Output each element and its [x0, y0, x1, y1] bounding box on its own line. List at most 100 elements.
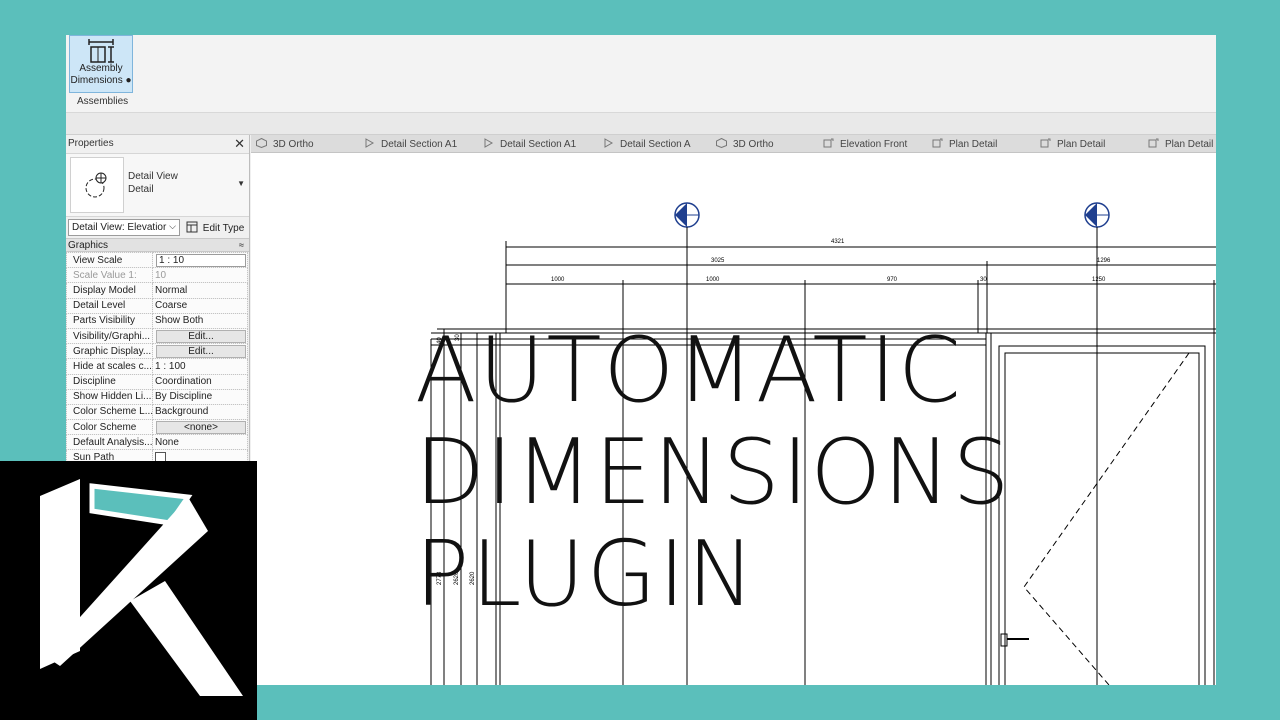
prop-value[interactable]: Coordination [152, 373, 248, 390]
tab-3d-ortho[interactable]: 3D Ortho [256, 135, 314, 152]
prop-label: Graphic Display... [66, 343, 153, 360]
type-family: Detail View [128, 171, 178, 182]
type-name: Detail View Detail [128, 170, 178, 196]
close-icon[interactable]: ✕ [234, 136, 245, 152]
table-row: Default Analysis... None [66, 434, 248, 451]
prop-value[interactable]: 1 : 100 [152, 358, 248, 375]
type-selector[interactable]: Detail View Detail ▼ [66, 153, 249, 217]
dropdown-arrow-icon[interactable]: ▼ [237, 179, 245, 188]
ribbon-group-label: Assemblies [77, 96, 129, 107]
dim-segment-3[interactable]: 970 [887, 277, 898, 283]
prop-label: Hide at scales c... [66, 358, 153, 375]
vg-field: Edit... [152, 327, 248, 345]
assembly-dimensions-button[interactable]: Assembly Dimensions ● [69, 35, 133, 93]
tab-label: Detail Section A1 [381, 139, 458, 150]
edit-type-label: Edit Type [202, 223, 245, 234]
properties-title: Properties [68, 138, 114, 149]
prop-label: Default Analysis... [66, 434, 153, 451]
prop-label: Color Scheme [66, 419, 153, 436]
visibility-graphics-edit-button[interactable]: Edit... [156, 329, 246, 343]
view-scale-field[interactable]: 1 : 10 [152, 251, 248, 269]
prop-label: Color Scheme L... [66, 403, 153, 421]
prop-label: Parts Visibility [66, 312, 153, 329]
table-row: Visibility/Graphi... Edit... [66, 327, 248, 345]
category-label: Graphics [68, 240, 109, 251]
grid-bubble-1[interactable] [674, 202, 700, 228]
3d-view-icon [256, 138, 267, 148]
cs-field: <none> [152, 419, 248, 436]
headline-line-2: DIMENSIONS [415, 420, 1012, 525]
instance-row: Detail View: Elevatior ⌵ Edit Type [66, 217, 249, 238]
prop-label: Detail Level [66, 297, 153, 314]
collapse-icon[interactable]: ≈ [239, 240, 244, 250]
dim-left-total[interactable]: 3025 [711, 258, 725, 264]
instance-filter-select[interactable]: Detail View: Elevatior ⌵ [68, 219, 180, 236]
tab-label: 3D Ortho [273, 139, 314, 150]
prop-label: View Scale [66, 251, 153, 269]
table-row: Detail Level Coarse [66, 297, 248, 314]
section-view-icon [365, 138, 375, 148]
edit-type-button[interactable]: Edit Type [184, 219, 246, 236]
dim-segment-2[interactable]: 1000 [706, 277, 720, 283]
dim-segment-5[interactable]: 1250 [1092, 277, 1106, 283]
tab-label: Plan Detail [949, 139, 998, 150]
tab-detail-section-a1[interactable]: Detail Section A1 [364, 135, 458, 152]
chevron-down-icon: ⌵ [169, 221, 176, 231]
headline: AUTOMATIC DIMENSIONS PLUGIN [415, 320, 1012, 626]
tab-label: 3D Ortho [733, 139, 774, 150]
prop-value[interactable]: Coarse [152, 297, 248, 314]
section-view-icon [604, 138, 614, 148]
gd-field: Edit... [152, 343, 248, 360]
3d-view-icon [716, 138, 727, 148]
color-scheme-button[interactable]: <none> [156, 420, 246, 434]
ribbon: Assembly Dimensions ● Assemblies [66, 35, 1216, 113]
table-row: Graphic Display... Edit... [66, 343, 248, 360]
table-row: Display Model Normal [66, 282, 248, 299]
tab-label: Detail Section A [620, 139, 691, 150]
table-row: Color Scheme <none> [66, 419, 248, 436]
table-row: Parts Visibility Show Both [66, 312, 248, 329]
table-row: Scale Value 1: 10 [66, 267, 248, 284]
prop-value[interactable]: Background [152, 403, 248, 421]
properties-header: Properties ✕ [66, 135, 249, 153]
prop-value[interactable]: None [152, 434, 248, 451]
properties-table: View Scale 1 : 10 Scale Value 1: 10 Displa… [66, 251, 248, 466]
tab-label: Elevation Front [840, 139, 908, 150]
table-row: Discipline Coordination [66, 373, 248, 390]
assembly-dimensions-icon [88, 39, 114, 63]
headline-line-3: PLUGIN [415, 522, 757, 627]
table-row: Hide at scales c... 1 : 100 [66, 358, 248, 375]
k-logo-icon [40, 479, 243, 696]
type-type: Detail [128, 184, 154, 195]
tab-detail-section-a[interactable]: Detail Section A [603, 135, 691, 152]
prop-value[interactable]: Show Both [152, 312, 248, 329]
dim-overall[interactable]: 4321 [831, 239, 845, 245]
tab-plan-detail[interactable]: Plan Detail [1040, 135, 1106, 152]
tab-plan-detail[interactable]: Plan Detail [932, 135, 998, 152]
section-view-icon [484, 138, 494, 148]
assembly-button-label-1: Assembly [79, 63, 123, 74]
assembly-button-label-2: Dimensions ● [70, 75, 132, 86]
category-graphics[interactable]: Graphics ≈ [66, 238, 249, 252]
tab-label: Plan Detail [1057, 139, 1106, 150]
brand-logo [0, 461, 257, 720]
grid-bubble-2[interactable] [1084, 202, 1110, 228]
view-scale-input[interactable]: 1 : 10 [156, 253, 246, 267]
table-row: View Scale 1 : 10 [66, 251, 248, 269]
prop-value[interactable]: By Discipline [152, 388, 248, 405]
prop-label: Scale Value 1: [66, 267, 153, 284]
dim-right-total[interactable]: 1296 [1097, 258, 1111, 264]
dim-segment-4[interactable]: 30 [980, 277, 987, 283]
tab-detail-section-a1[interactable]: Detail Section A1 [483, 135, 576, 152]
prop-value[interactable]: Normal [152, 282, 248, 299]
graphic-display-edit-button[interactable]: Edit... [156, 344, 246, 358]
tab-3d-ortho[interactable]: 3D Ortho [716, 135, 774, 152]
prop-label: Visibility/Graphi... [66, 327, 153, 345]
instance-filter-value: Detail View: Elevatior [72, 222, 167, 233]
plan-view-icon [932, 138, 943, 148]
headline-line-1: AUTOMATIC [415, 318, 963, 423]
dim-segment-1[interactable]: 1000 [551, 277, 565, 283]
tab-plan-detail[interactable]: Plan Detail [1148, 135, 1213, 152]
tab-elevation-front[interactable]: Elevation Front [823, 135, 908, 152]
edit-type-icon [186, 221, 198, 233]
